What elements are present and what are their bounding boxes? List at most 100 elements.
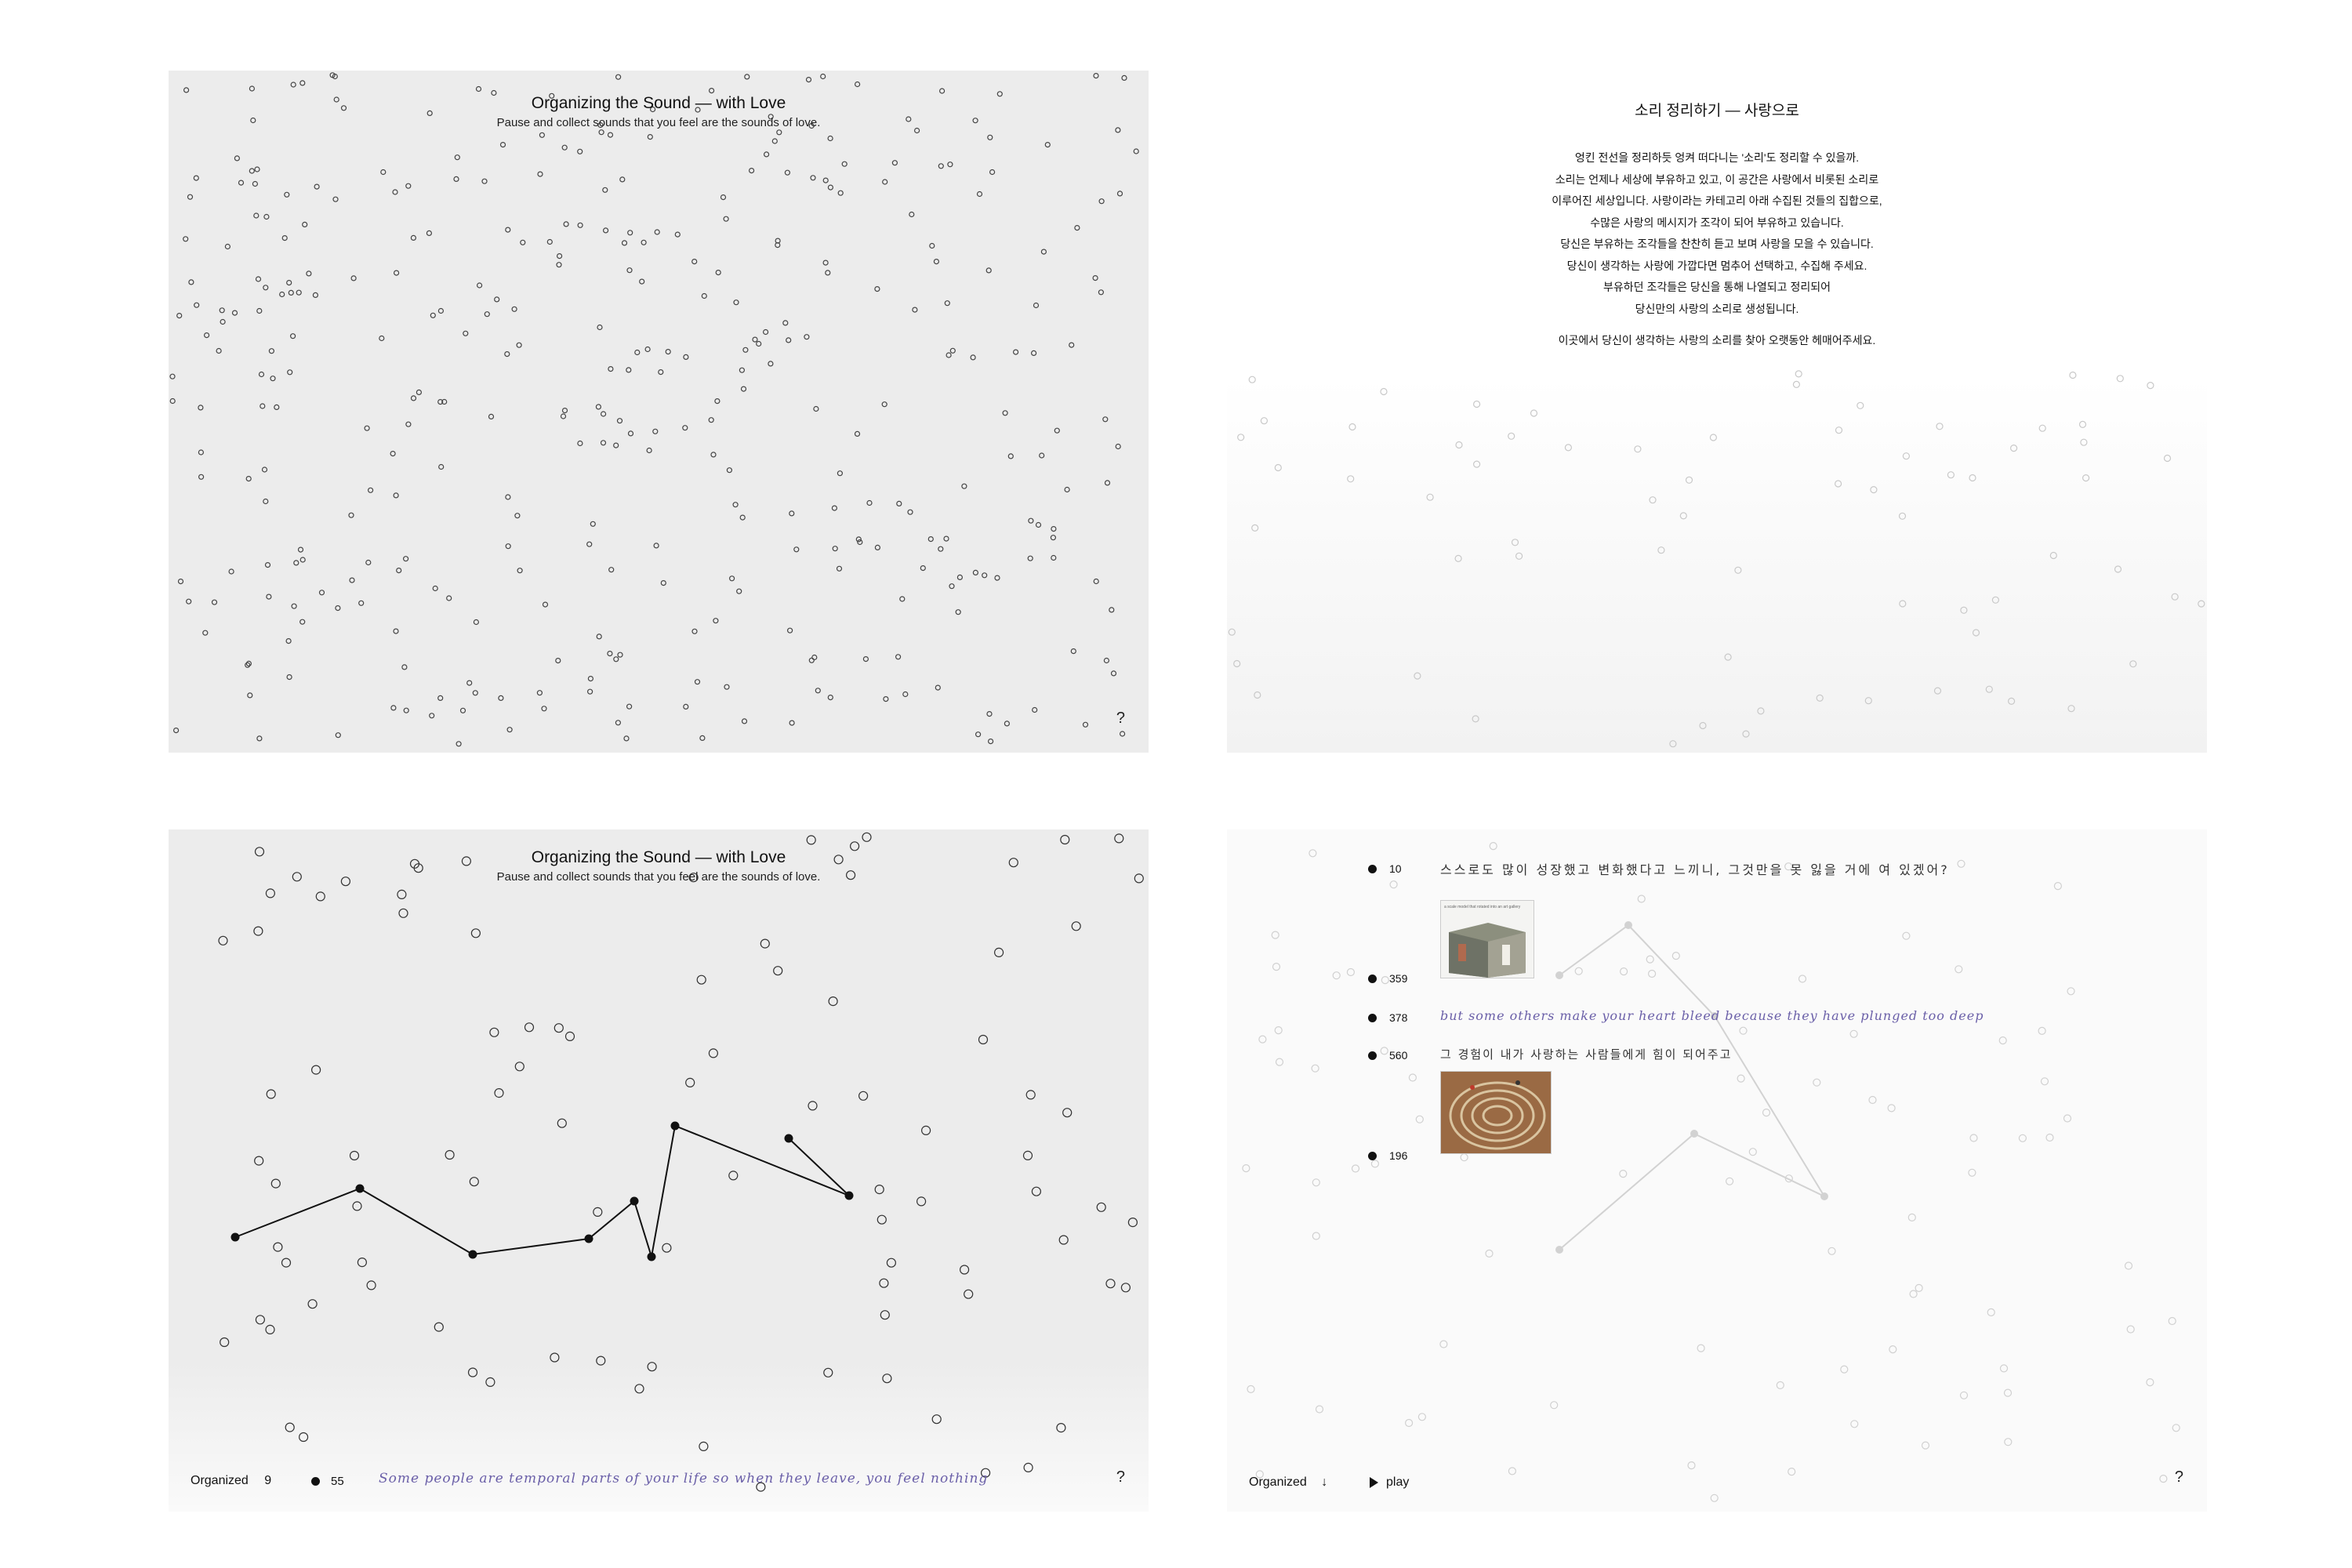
sound-particle[interactable] xyxy=(1907,1213,1916,1221)
sound-particle[interactable] xyxy=(805,77,812,83)
sound-particle[interactable] xyxy=(286,280,292,286)
sound-particle[interactable] xyxy=(256,735,263,742)
sound-particle[interactable] xyxy=(368,487,374,493)
sound-particle[interactable] xyxy=(288,289,294,296)
sound-particle[interactable] xyxy=(1389,880,1398,889)
sound-particle[interactable] xyxy=(1109,607,1115,613)
sound-particle[interactable] xyxy=(827,694,833,701)
sound-particle[interactable] xyxy=(1840,1365,1849,1374)
sound-particle[interactable] xyxy=(949,347,956,354)
sound-particle[interactable] xyxy=(1473,460,1481,468)
sound-particle[interactable] xyxy=(1898,512,1907,520)
sound-particle[interactable] xyxy=(1103,657,1110,664)
sound-particle[interactable] xyxy=(445,1149,455,1160)
sound-particle[interactable] xyxy=(1012,349,1019,355)
sound-particle[interactable] xyxy=(2163,454,2172,463)
sound-particle[interactable] xyxy=(1346,967,1355,977)
sound-particle[interactable] xyxy=(253,926,263,936)
sound-particle[interactable] xyxy=(982,572,988,579)
sound-particle[interactable] xyxy=(475,85,482,93)
sound-particle[interactable] xyxy=(854,430,861,437)
sound-particle[interactable] xyxy=(634,349,641,356)
sound-particle[interactable] xyxy=(986,710,993,717)
sound-particle[interactable] xyxy=(1985,685,1993,693)
sound-particle[interactable] xyxy=(265,888,275,898)
sound-particle[interactable] xyxy=(2171,593,2179,601)
sound-particle[interactable] xyxy=(357,1257,367,1268)
collected-sound-node[interactable] xyxy=(844,1191,854,1200)
sound-particle[interactable] xyxy=(560,413,567,419)
sound-particle[interactable] xyxy=(596,1356,606,1366)
sound-particle[interactable] xyxy=(831,505,838,511)
sound-particle[interactable] xyxy=(550,1352,560,1363)
sound-particle[interactable] xyxy=(379,335,385,342)
sound-particle[interactable] xyxy=(426,230,432,236)
sound-particle[interactable] xyxy=(2082,474,2090,482)
sound-particle[interactable] xyxy=(699,1441,709,1452)
sound-particle[interactable] xyxy=(1023,1462,1033,1473)
sound-particle[interactable] xyxy=(763,151,770,158)
sound-particle[interactable] xyxy=(653,543,659,549)
sound-particle[interactable] xyxy=(537,171,543,177)
sound-particle[interactable] xyxy=(432,585,438,592)
sound-particle[interactable] xyxy=(613,656,619,662)
sound-particle[interactable] xyxy=(218,935,228,946)
sound-particle[interactable] xyxy=(1120,1283,1131,1293)
sound-particle[interactable] xyxy=(641,239,647,245)
sound-particle[interactable] xyxy=(247,692,253,699)
sound-particle[interactable] xyxy=(261,466,268,473)
sound-particle[interactable] xyxy=(315,891,325,902)
sound-particle[interactable] xyxy=(1687,1461,1696,1470)
sound-particle[interactable] xyxy=(1748,1148,1757,1156)
sound-particle[interactable] xyxy=(626,367,632,373)
sound-particle[interactable] xyxy=(302,221,308,227)
sound-particle[interactable] xyxy=(438,463,445,470)
sound-particle[interactable] xyxy=(1332,971,1341,980)
sound-particle[interactable] xyxy=(1757,707,1765,715)
sound-particle[interactable] xyxy=(1776,1381,1784,1390)
sound-particle[interactable] xyxy=(494,1088,504,1098)
sound-particle[interactable] xyxy=(504,351,510,358)
sound-particle[interactable] xyxy=(895,654,902,660)
sound-particle[interactable] xyxy=(1315,1405,1324,1414)
sound-particle[interactable] xyxy=(1248,376,1256,383)
sound-particle[interactable] xyxy=(401,664,408,670)
collected-sound-node[interactable] xyxy=(468,1250,477,1259)
sound-particle[interactable] xyxy=(1724,653,1732,661)
sound-particle[interactable] xyxy=(989,169,996,176)
collected-sound-node[interactable] xyxy=(647,1252,656,1261)
sound-particle[interactable] xyxy=(815,688,821,694)
sound-particle[interactable] xyxy=(1074,225,1080,231)
sound-particle[interactable] xyxy=(1004,720,1011,727)
sound-particle[interactable] xyxy=(291,603,297,609)
sound-particle[interactable] xyxy=(285,1422,295,1432)
sound-particle[interactable] xyxy=(554,1023,564,1033)
sound-particle[interactable] xyxy=(1679,512,1687,520)
sound-particle[interactable] xyxy=(1127,1218,1138,1228)
sound-particle[interactable] xyxy=(394,270,400,276)
sound-particle[interactable] xyxy=(499,141,506,148)
sound-particle[interactable] xyxy=(1742,730,1750,738)
sound-particle[interactable] xyxy=(1725,1177,1734,1185)
sound-particle[interactable] xyxy=(2053,881,2063,891)
sound-particle[interactable] xyxy=(1233,659,1241,668)
sound-particle[interactable] xyxy=(1060,834,1070,845)
sound-particle[interactable] xyxy=(297,546,304,553)
sound-particle[interactable] xyxy=(299,1432,309,1443)
sound-particle[interactable] xyxy=(804,334,810,340)
sound-particle[interactable] xyxy=(987,738,994,745)
sound-particle[interactable] xyxy=(938,88,946,94)
sound-particle[interactable] xyxy=(2009,445,2018,452)
sound-particle[interactable] xyxy=(393,628,399,634)
collected-sound-node[interactable] xyxy=(230,1232,240,1242)
sound-particle[interactable] xyxy=(1697,1344,1705,1352)
sound-particle[interactable] xyxy=(994,575,1000,581)
sound-particle[interactable] xyxy=(1308,849,1317,858)
sound-particle[interactable] xyxy=(1619,1170,1628,1178)
sound-particle[interactable] xyxy=(822,260,829,266)
sound-particle[interactable] xyxy=(683,703,689,710)
sound-particle[interactable] xyxy=(380,169,387,176)
sound-particle[interactable] xyxy=(557,1118,567,1128)
sound-particle[interactable] xyxy=(927,535,934,543)
sound-particle[interactable] xyxy=(855,536,862,543)
